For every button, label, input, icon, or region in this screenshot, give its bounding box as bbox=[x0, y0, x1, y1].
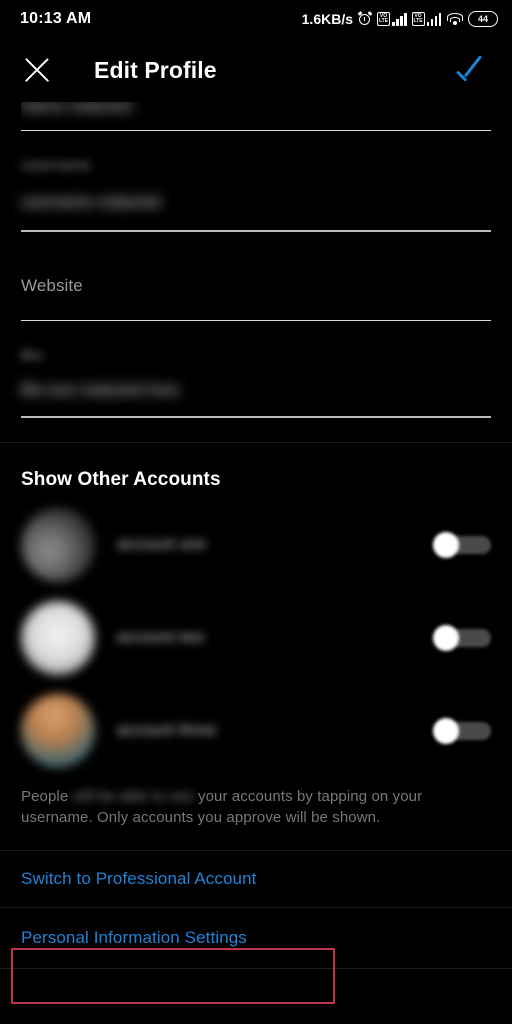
account-row[interactable]: account two bbox=[0, 592, 512, 685]
form-field-username[interactable]: Username username redacted bbox=[21, 131, 491, 212]
account-username: account one bbox=[117, 536, 206, 554]
name-input[interactable]: Name redacted bbox=[21, 102, 132, 116]
profile-form: Name redacted Username username redacted… bbox=[0, 102, 512, 418]
bio-label: Bio bbox=[21, 347, 491, 364]
volte-bottom-label: LTE bbox=[379, 19, 388, 24]
battery-icon: 44 bbox=[468, 11, 498, 27]
username-label: Username bbox=[21, 157, 491, 174]
status-bar: 10:13 AM 1.6KB/s VO LTE VO LTE bbox=[0, 0, 512, 38]
sim1-signal: VO LTE bbox=[377, 12, 407, 26]
switch-professional-account-label: Switch to Professional Account bbox=[21, 869, 256, 889]
volte-icon-sim1: VO LTE bbox=[377, 12, 390, 26]
checkmark-icon[interactable] bbox=[456, 57, 490, 83]
account-row[interactable]: account one bbox=[0, 499, 512, 592]
form-field-name[interactable]: Name redacted bbox=[21, 102, 491, 130]
volte-bottom-label: LTE bbox=[413, 19, 422, 24]
network-speed-label: 1.6KB/s bbox=[302, 11, 353, 27]
username-input[interactable]: username redacted bbox=[21, 174, 491, 212]
account-toggle[interactable] bbox=[433, 625, 491, 651]
row-divider bbox=[0, 968, 512, 969]
alarm-clock-icon bbox=[358, 12, 372, 26]
account-username: account two bbox=[117, 629, 205, 647]
personal-information-settings-label: Personal Information Settings bbox=[21, 928, 247, 948]
form-field-website[interactable]: Website bbox=[21, 232, 491, 296]
status-bar-clock: 10:13 AM bbox=[20, 10, 91, 28]
volte-icon-sim2: VO LTE bbox=[412, 12, 425, 26]
page-title: Edit Profile bbox=[94, 57, 217, 84]
website-input[interactable]: Website bbox=[21, 276, 491, 296]
bio-input[interactable]: Bio text redacted here bbox=[21, 364, 491, 400]
account-row[interactable]: account three bbox=[0, 685, 512, 778]
edit-profile-screen: 10:13 AM 1.6KB/s VO LTE VO LTE bbox=[0, 0, 512, 1024]
signal-bars-sim2 bbox=[427, 12, 442, 26]
close-icon[interactable] bbox=[22, 55, 52, 85]
wifi-icon bbox=[446, 12, 463, 26]
helper-redacted: will be able to see bbox=[68, 788, 198, 805]
sim2-signal: VO LTE bbox=[412, 12, 442, 26]
account-toggle[interactable] bbox=[433, 718, 491, 744]
account-username: account three bbox=[117, 722, 217, 740]
field-underline bbox=[21, 416, 491, 417]
app-header: Edit Profile bbox=[0, 38, 512, 102]
signal-bars-sim1 bbox=[392, 12, 407, 26]
form-field-bio[interactable]: Bio Bio text redacted here bbox=[21, 321, 491, 400]
battery-level-label: 44 bbox=[478, 14, 488, 24]
show-other-accounts-helper: People will be able to see your accounts… bbox=[0, 778, 512, 829]
personal-information-settings-link[interactable]: Personal Information Settings bbox=[0, 908, 512, 968]
switch-professional-account-link[interactable]: Switch to Professional Account bbox=[0, 851, 512, 907]
show-other-accounts-title: Show Other Accounts bbox=[0, 443, 512, 491]
account-toggle[interactable] bbox=[433, 532, 491, 558]
avatar bbox=[21, 694, 95, 768]
status-bar-icons: 1.6KB/s VO LTE VO LTE bbox=[302, 11, 498, 27]
helper-prefix: People bbox=[21, 788, 68, 805]
avatar bbox=[21, 508, 95, 582]
avatar bbox=[21, 601, 95, 675]
